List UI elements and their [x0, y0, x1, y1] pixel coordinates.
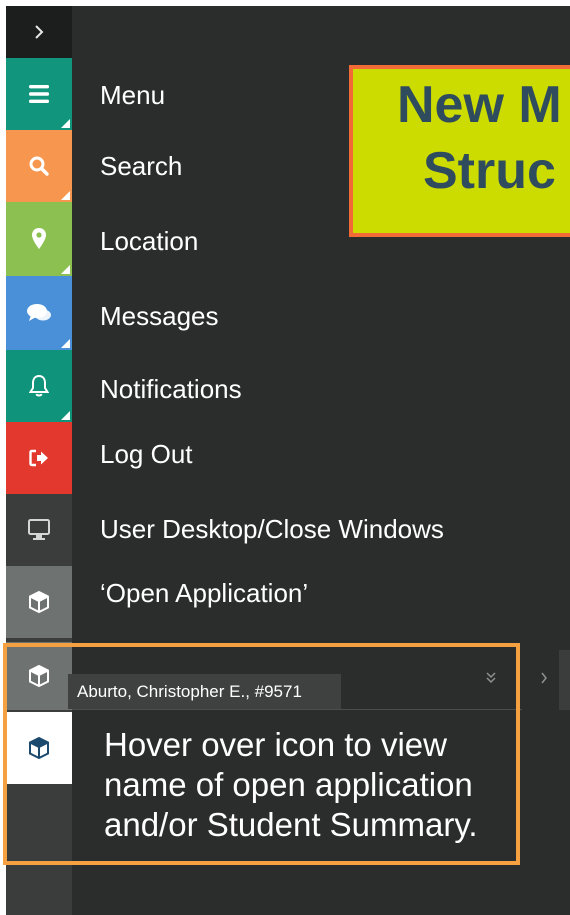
banner-line-1: New M [397, 76, 562, 134]
open-application-label: ‘Open Application’ [100, 578, 309, 608]
row-divider [72, 709, 522, 710]
open-application-tile[interactable] [6, 566, 72, 638]
location-tile[interactable] [6, 202, 72, 276]
submenu-indicator [61, 411, 70, 420]
logout-label[interactable]: Log Out [100, 439, 193, 470]
cube-icon [29, 664, 49, 688]
notifications-tile[interactable] [6, 350, 72, 422]
location-label[interactable]: Location [100, 226, 198, 257]
chevron-right-icon [541, 672, 547, 684]
desktop-label[interactable]: User Desktop/Close Windows [100, 514, 444, 545]
open-row-button[interactable] [540, 668, 548, 689]
chat-bubbles-icon [27, 304, 51, 321]
search-label[interactable]: Search [100, 151, 182, 182]
expand-rail-button[interactable] [6, 6, 72, 58]
desktop-icon [28, 519, 50, 540]
double-chevron-down-icon [486, 672, 496, 684]
hamburger-icon [29, 85, 49, 103]
expand-row-button[interactable] [485, 668, 497, 689]
submenu-indicator [61, 119, 70, 128]
callout-line: and/or Student Summary. [104, 806, 478, 843]
notifications-label[interactable]: Notifications [100, 374, 242, 405]
cube-icon [29, 590, 49, 614]
icon-rail [6, 6, 72, 915]
logout-tile[interactable] [6, 422, 72, 494]
messages-tile[interactable] [6, 276, 72, 350]
bell-icon [29, 374, 49, 397]
search-icon [29, 156, 49, 176]
open-app-active-tile[interactable] [6, 712, 72, 784]
app-frame: Menu Search Location Messages Notificati… [6, 6, 570, 915]
callout-line: name of open application [104, 766, 473, 803]
callout-line: Hover over icon to view [104, 726, 447, 763]
cube-icon [29, 736, 49, 760]
app-name-tooltip: Aburto, Christopher E., #9571 [68, 674, 341, 709]
map-pin-icon [32, 228, 46, 249]
submenu-indicator [61, 191, 70, 200]
desktop-tile[interactable] [6, 494, 72, 566]
menu-tile[interactable] [6, 58, 72, 130]
submenu-indicator [61, 339, 70, 348]
search-tile[interactable] [6, 130, 72, 202]
submenu-indicator [61, 265, 70, 274]
sign-out-icon [29, 449, 48, 467]
title-banner: New M Struc [349, 65, 570, 237]
menu-label[interactable]: Menu [100, 80, 165, 111]
messages-label[interactable]: Messages [100, 301, 219, 332]
banner-line-2: Struc [423, 142, 556, 200]
open-app-hovered-tile[interactable] [6, 642, 72, 710]
chevron-right-icon [35, 25, 44, 39]
side-panel-edge [559, 650, 570, 710]
callout-text: Hover over icon to view name of open app… [104, 725, 478, 845]
